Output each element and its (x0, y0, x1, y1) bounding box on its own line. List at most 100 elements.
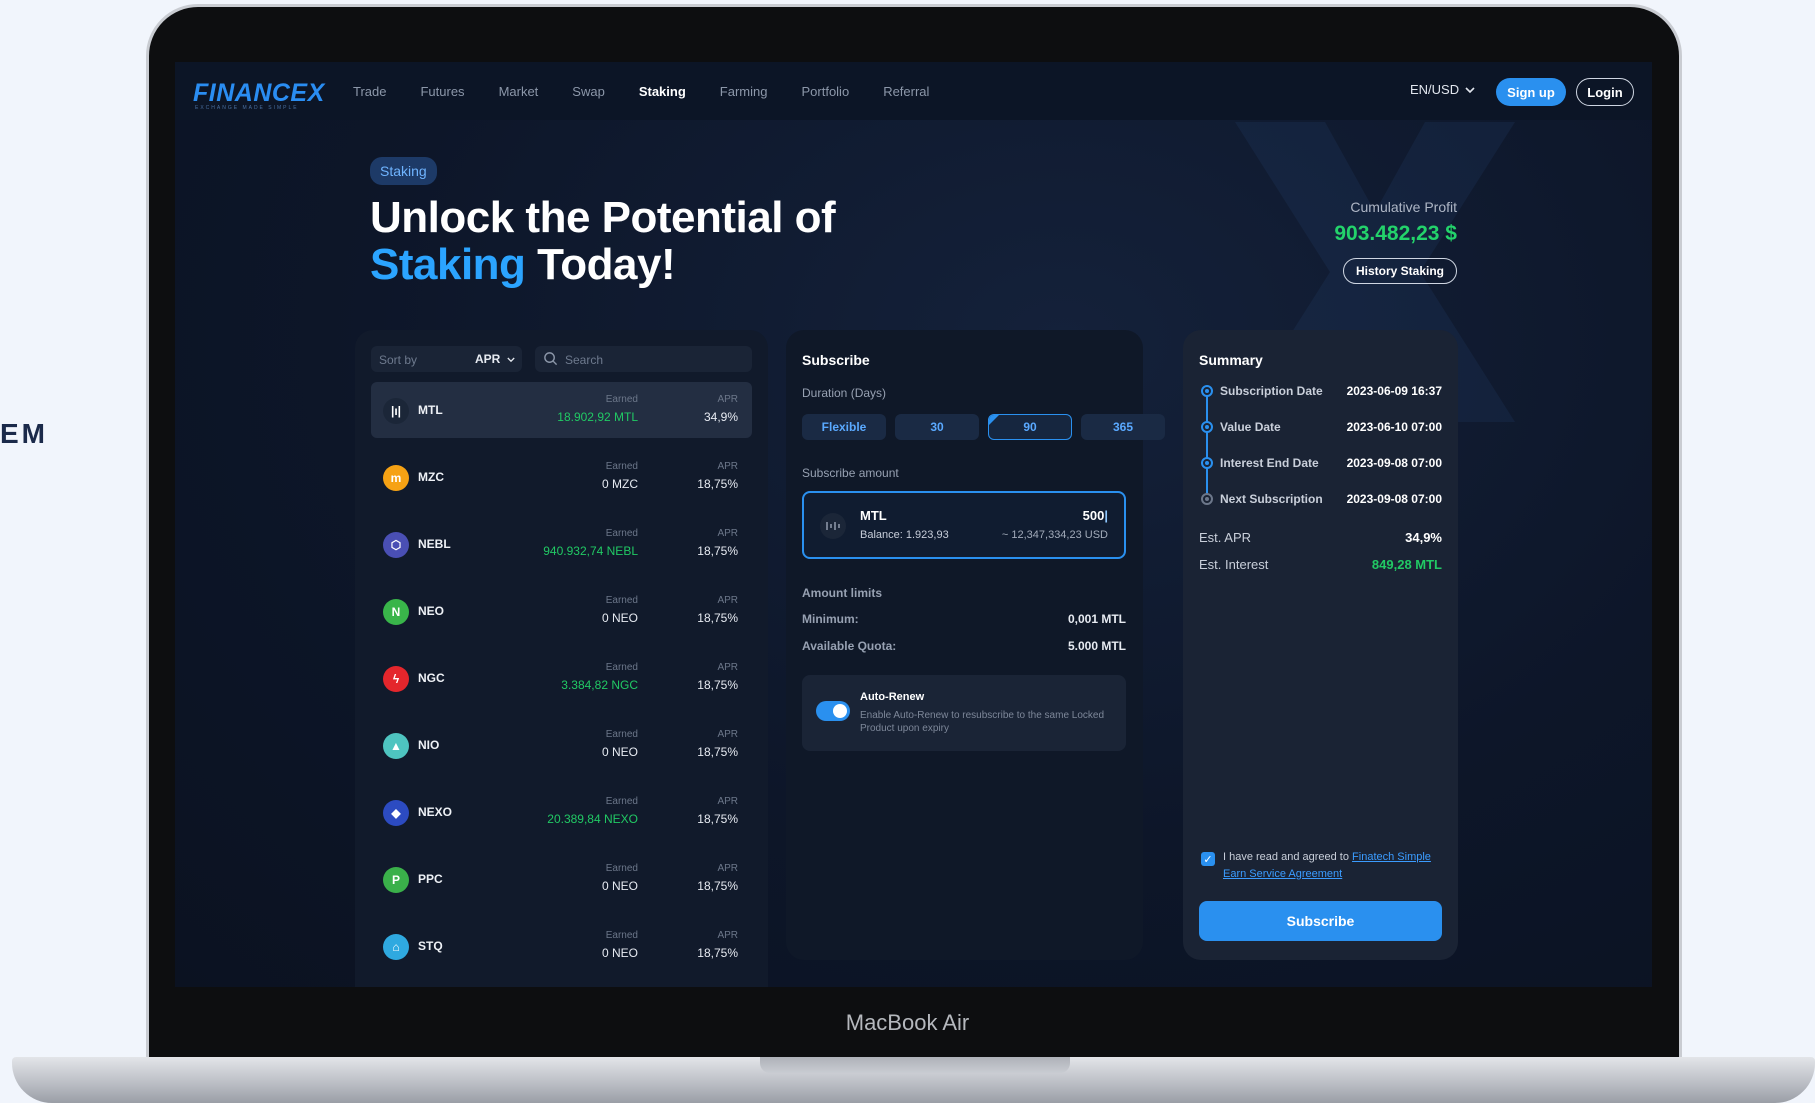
search-input[interactable]: Search (535, 346, 752, 372)
timeline-value: 2023-06-10 07:00 (1346, 420, 1442, 434)
apr-value: 18,75% (697, 946, 738, 960)
hero-line-2: Staking Today! (370, 241, 835, 288)
earned-value: 0 MZC (602, 477, 638, 491)
nav-links: Trade Futures Market Swap Staking Farming Port… (353, 62, 963, 120)
subscribe-button[interactable]: Subscribe (1199, 901, 1442, 941)
timeline-value: 2023-09-08 07:00 (1346, 492, 1442, 506)
earned-label: Earned (605, 461, 638, 472)
nav-link-farming[interactable]: Farming (720, 84, 768, 99)
earned-label: Earned (605, 729, 638, 740)
duration-label-text: 90 (1023, 420, 1037, 434)
nav-link-trade[interactable]: Trade (353, 84, 386, 99)
stq-icon: ⌂ (383, 934, 409, 960)
earned-label: Earned (605, 930, 638, 941)
subscribe-amount-input[interactable]: MTL Balance: 1.923,93 500| ~ 12,347,334,… (802, 491, 1126, 559)
selected-corner-icon (989, 415, 999, 425)
hero-rest: Today! (525, 240, 676, 289)
minimum-label: Minimum: (802, 612, 859, 626)
earned-label: Earned (605, 394, 638, 405)
est-apr-label: Est. APR (1199, 530, 1252, 545)
duration-option-flexible[interactable]: Flexible (802, 414, 886, 440)
nav-link-swap[interactable]: Swap (572, 84, 605, 99)
timeline-label: Value Date (1220, 420, 1281, 434)
toggle-knob (833, 704, 847, 718)
auto-renew-toggle[interactable] (816, 701, 850, 721)
brand-logo[interactable]: FINANCEX EXCHANGE MADE SIMPLE (193, 76, 325, 111)
coin-name: PPC (418, 872, 443, 886)
apr-value: 18,75% (697, 678, 738, 692)
duration-label-text: 30 (930, 420, 944, 434)
timeline-dot-icon (1201, 493, 1213, 505)
device-label: MacBook Air (845, 1010, 970, 1035)
coin-row[interactable]: ⌂ STQ Earned 0 NEO APR 18,75% (371, 918, 752, 974)
apr-label: APR (717, 863, 738, 874)
earned-label: Earned (605, 863, 638, 874)
apr-label: APR (717, 662, 738, 673)
mtl-icon (820, 513, 846, 539)
summary-title: Summary (1199, 352, 1263, 368)
earned-value: 20.389,84 NEXO (547, 812, 638, 826)
duration-option-365[interactable]: 365 (1081, 414, 1165, 440)
timeline-value: 2023-09-08 07:00 (1346, 456, 1442, 470)
timeline-dot-icon (1201, 421, 1213, 433)
nio-icon: ▲ (383, 733, 409, 759)
duration-option-90[interactable]: 90 (988, 414, 1072, 440)
coin-row[interactable]: ▲ NIO Earned 0 NEO APR 18,75% (371, 717, 752, 773)
nav-link-referral[interactable]: Referral (883, 84, 929, 99)
neo-icon: N (383, 599, 409, 625)
auto-renew-description: Enable Auto-Renew to resubscribe to the … (860, 710, 1105, 734)
apr-label: APR (717, 461, 738, 472)
earned-label: Earned (605, 796, 638, 807)
est-apr-value: 34,9% (1405, 530, 1442, 545)
duration-option-30[interactable]: 30 (895, 414, 979, 440)
subscribe-panel: Subscribe Duration (Days) Flexible 30 90 36… (786, 330, 1165, 960)
language-value: EN/USD (1410, 82, 1460, 97)
subscribe-title: Subscribe (802, 352, 870, 368)
apr-label: APR (717, 595, 738, 606)
search-placeholder: Search (565, 353, 604, 367)
apr-value: 18,75% (697, 477, 738, 491)
amount-value[interactable]: 500| (1083, 508, 1108, 523)
history-staking-button[interactable]: History Staking (1343, 258, 1457, 284)
sort-select[interactable]: Sort by APR (371, 346, 522, 372)
earned-value: 3.384,82 NGC (561, 678, 638, 692)
coin-name: NEO (418, 604, 445, 618)
signup-button[interactable]: Sign up (1496, 78, 1566, 106)
logo-tagline: EXCHANGE MADE SIMPLE (195, 105, 299, 111)
amount-coin: MTL (860, 508, 887, 523)
coin-row[interactable]: P PPC Earned 0 NEO APR 18,75% (371, 851, 752, 907)
chevron-down-icon (507, 357, 515, 363)
earned-value: 0 NEO (601, 879, 638, 893)
amount-limits-title: Amount limits (802, 586, 882, 600)
nav-link-market[interactable]: Market (499, 84, 539, 99)
coin-row[interactable]: m MZC Earned 0 MZC APR 18,75% (371, 449, 752, 505)
coin-row[interactable]: |ı| MTL Earned 18.902,92 MTL APR 34,9% (371, 382, 752, 438)
coin-list-panel: Sort by APR Search |ı| MTL Earned 18.902,92… (355, 330, 768, 987)
earned-value: 0 NEO (601, 745, 638, 759)
earned-value: 0 NEO (601, 611, 638, 625)
mtl-icon: |ı| (383, 398, 409, 424)
earned-label: Earned (605, 528, 638, 539)
earned-value: 0 NEO (601, 946, 638, 960)
timeline-value: 2023-06-09 16:37 (1346, 384, 1442, 398)
nebl-icon: ⬡ (383, 532, 409, 558)
nav-link-staking[interactable]: Staking (639, 84, 686, 99)
coin-name: NEBL (418, 537, 451, 551)
coin-row[interactable]: ◆ NEXO Earned 20.389,84 NEXO APR 18,75% (371, 784, 752, 840)
top-nav: FINANCEX EXCHANGE MADE SIMPLE Trade Futur… (175, 62, 1652, 120)
apr-label: APR (717, 394, 738, 405)
nav-link-portfolio[interactable]: Portfolio (801, 84, 849, 99)
language-currency-select[interactable]: EN/USD (1410, 82, 1475, 97)
agree-checkbox[interactable]: ✓ (1201, 852, 1215, 866)
coin-row[interactable]: N NEO Earned 0 NEO APR 18,75% (371, 583, 752, 639)
hero-accent: Staking (370, 240, 526, 289)
nav-link-futures[interactable]: Futures (420, 84, 464, 99)
edge-text: EM (0, 418, 48, 449)
apr-value: 18,75% (697, 544, 738, 558)
sort-label: Sort by (379, 353, 418, 367)
quota-label: Available Quota: (802, 639, 897, 653)
coin-row[interactable]: ϟ NGC Earned 3.384,82 NGC APR 18,75% (371, 650, 752, 706)
coin-name: MZC (418, 470, 444, 484)
coin-row[interactable]: ⬡ NEBL Earned 940.932,74 NEBL APR 18,75% (371, 516, 752, 572)
login-button[interactable]: Login (1576, 78, 1634, 106)
